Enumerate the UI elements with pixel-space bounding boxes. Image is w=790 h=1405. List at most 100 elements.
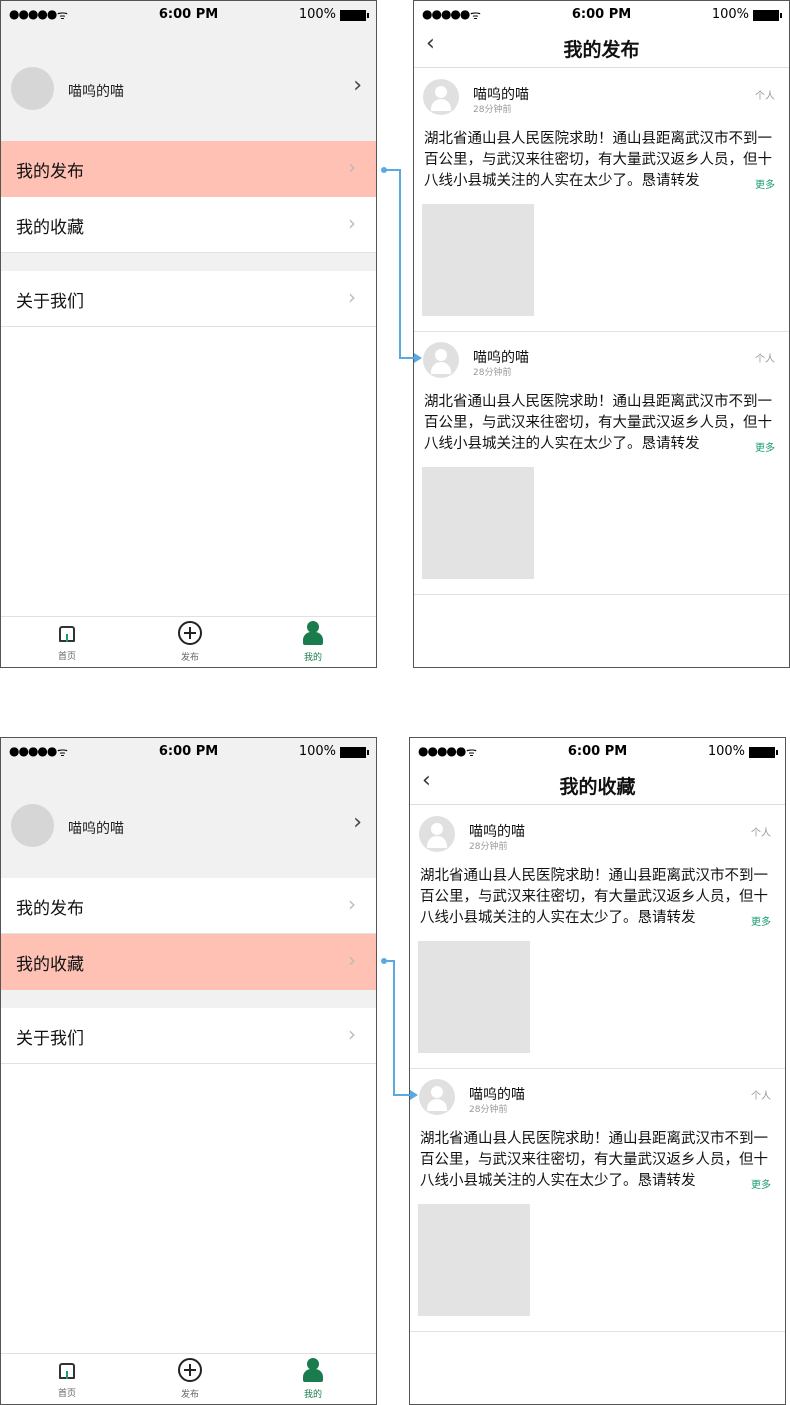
post-card[interactable]: 喵呜的喵 28分钟前 个人 湖北省通山县人民医院求助！通山县距离武汉市不到一百公… — [414, 332, 789, 595]
more-link[interactable]: 更多 — [751, 1176, 771, 1191]
page-title: 我的收藏 — [559, 776, 636, 798]
menu-item-label: 关于我们 — [16, 1029, 84, 1049]
me-screen-2: ●●●●● ᯤ 6:00 PM 100% 喵呜的喵 › 我的发布 › 我的收藏 … — [0, 737, 377, 1405]
post-card[interactable]: 喵呜的喵 28分钟前 个人 湖北省通山县人民医院求助！通山县距离武汉市不到一百公… — [410, 1069, 785, 1332]
battery-percent: 100% — [711, 7, 749, 22]
profile-header[interactable]: 喵呜的喵 › — [1, 766, 376, 878]
my-posts-screen: ●●●●● ᯤ 6:00 PM 100% ‹ 我的发布 喵呜的喵 28分钟前 个… — [413, 0, 790, 668]
avatar[interactable] — [11, 804, 54, 847]
menu-group-main: 我的发布 › 我的收藏 › — [1, 878, 376, 990]
tab-label: 发布 — [180, 1390, 199, 1400]
nav-bar: ‹ 我的发布 — [414, 29, 789, 68]
menu-item-about[interactable]: 关于我们 › — [1, 271, 376, 327]
menu-group-main: 我的发布 › 我的收藏 › — [1, 141, 376, 253]
tab-label: 首页 — [57, 1389, 76, 1399]
menu-item-label: 我的发布 — [16, 899, 84, 919]
tab-label: 我的 — [303, 653, 322, 663]
tab-home[interactable]: 首页 — [37, 1358, 97, 1399]
status-bar: ●●●●● ᯤ 6:00 PM 100% — [410, 738, 785, 766]
home-icon — [58, 626, 76, 644]
battery-icon — [340, 10, 369, 21]
chevron-right-icon: › — [353, 73, 362, 98]
section-divider — [1, 253, 376, 271]
home-icon — [58, 1363, 76, 1381]
post-card[interactable]: 喵呜的喵 28分钟前 个人 湖北省通山县人民医院求助！通山县距离武汉市不到一百公… — [410, 806, 785, 1069]
flow-arrow-start-dot — [381, 167, 387, 173]
menu-item-label: 我的发布 — [16, 162, 84, 182]
status-bar: ●●●●● ᯤ 6:00 PM 100% — [1, 1, 376, 29]
status-bar: ●●●●● ᯤ 6:00 PM 100% — [414, 1, 789, 29]
tab-label: 我的 — [303, 1390, 322, 1400]
menu-item-label: 关于我们 — [16, 292, 84, 312]
menu-item-about[interactable]: 关于我们 › — [1, 1008, 376, 1064]
tab-bar: 首页 发布 我的 — [1, 1353, 376, 1404]
avatar[interactable] — [419, 816, 455, 852]
chevron-right-icon: › — [348, 155, 356, 179]
battery-icon — [340, 747, 369, 758]
post-text: 湖北省通山县人民医院求助！通山县距离武汉市不到一百公里，与武汉来往密切，有大量武… — [424, 394, 772, 452]
post-card[interactable]: 喵呜的喵 28分钟前 个人 湖北省通山县人民医院求助！通山县距离武汉市不到一百公… — [414, 69, 789, 332]
menu-item-label: 我的收藏 — [16, 955, 84, 975]
post-time: 28分钟前 — [473, 368, 512, 378]
section-divider — [1, 990, 376, 1008]
menu-group-about: 关于我们 › — [1, 1008, 376, 1064]
tab-bar: 首页 发布 我的 — [1, 616, 376, 667]
me-screen-1: ●●●●● ᯤ 6:00 PM 100% 喵呜的喵 › 我的发布 › 我的收藏 … — [0, 0, 377, 668]
tab-label: 首页 — [57, 652, 76, 662]
tab-mine[interactable]: 我的 — [283, 1358, 343, 1400]
menu-item-my-posts[interactable]: 我的发布 › — [1, 141, 376, 197]
avatar[interactable] — [11, 67, 54, 110]
post-tag: 个人 — [755, 354, 775, 365]
tab-publish[interactable]: 发布 — [160, 621, 220, 663]
post-text: 湖北省通山县人民医院求助！通山县距离武汉市不到一百公里，与武汉来往密切，有大量武… — [424, 131, 772, 189]
post-time: 28分钟前 — [469, 1105, 508, 1115]
post-time: 28分钟前 — [473, 105, 512, 115]
battery-percent: 100% — [298, 744, 336, 759]
chevron-right-icon: › — [348, 285, 356, 309]
post-image[interactable] — [422, 467, 534, 579]
more-link[interactable]: 更多 — [755, 439, 775, 454]
chevron-right-icon: › — [348, 892, 356, 916]
post-author: 喵呜的喵 — [469, 1087, 525, 1103]
post-image[interactable] — [418, 941, 530, 1053]
tab-home[interactable]: 首页 — [37, 621, 97, 662]
battery-percent: 100% — [298, 7, 336, 22]
post-text: 湖北省通山县人民医院求助！通山县距离武汉市不到一百公里，与武汉来往密切，有大量武… — [420, 1131, 768, 1189]
post-image[interactable] — [422, 204, 534, 316]
menu-group-about: 关于我们 › — [1, 271, 376, 327]
tab-mine[interactable]: 我的 — [283, 621, 343, 663]
tab-publish[interactable]: 发布 — [160, 1358, 220, 1400]
flow-arrow-favorites — [384, 960, 412, 1096]
battery-percent: 100% — [707, 744, 745, 759]
user-icon — [302, 1358, 324, 1382]
menu-item-my-favorites[interactable]: 我的收藏 › — [1, 197, 376, 253]
post-author: 喵呜的喵 — [469, 824, 525, 840]
post-tag: 个人 — [751, 1091, 771, 1102]
chevron-right-icon: › — [348, 1022, 356, 1046]
page-title: 我的发布 — [563, 39, 640, 61]
my-favorites-screen: ●●●●● ᯤ 6:00 PM 100% ‹ 我的收藏 喵呜的喵 28分钟前 个… — [409, 737, 786, 1405]
post-text: 湖北省通山县人民医院求助！通山县距离武汉市不到一百公里，与武汉来往密切，有大量武… — [420, 868, 768, 926]
menu-item-my-favorites[interactable]: 我的收藏 › — [1, 934, 376, 990]
post-tag: 个人 — [755, 91, 775, 102]
more-link[interactable]: 更多 — [751, 913, 771, 928]
battery-icon — [753, 10, 782, 21]
plus-circle-icon — [178, 621, 202, 645]
status-bar: ●●●●● ᯤ 6:00 PM 100% — [1, 738, 376, 766]
profile-name: 喵呜的喵 — [68, 821, 124, 837]
post-tag: 个人 — [751, 828, 771, 839]
avatar[interactable] — [423, 342, 459, 378]
more-link[interactable]: 更多 — [755, 176, 775, 191]
profile-name: 喵呜的喵 — [68, 84, 124, 100]
avatar[interactable] — [423, 79, 459, 115]
menu-item-my-posts[interactable]: 我的发布 › — [1, 878, 376, 934]
flow-arrow-posts — [384, 169, 416, 359]
profile-header[interactable]: 喵呜的喵 › — [1, 29, 376, 141]
chevron-right-icon: › — [348, 211, 356, 235]
flow-arrow-start-dot — [381, 958, 387, 964]
post-image[interactable] — [418, 1204, 530, 1316]
avatar[interactable] — [419, 1079, 455, 1115]
post-time: 28分钟前 — [469, 842, 508, 852]
plus-circle-icon — [178, 1358, 202, 1382]
empty-area — [1, 1064, 376, 1354]
